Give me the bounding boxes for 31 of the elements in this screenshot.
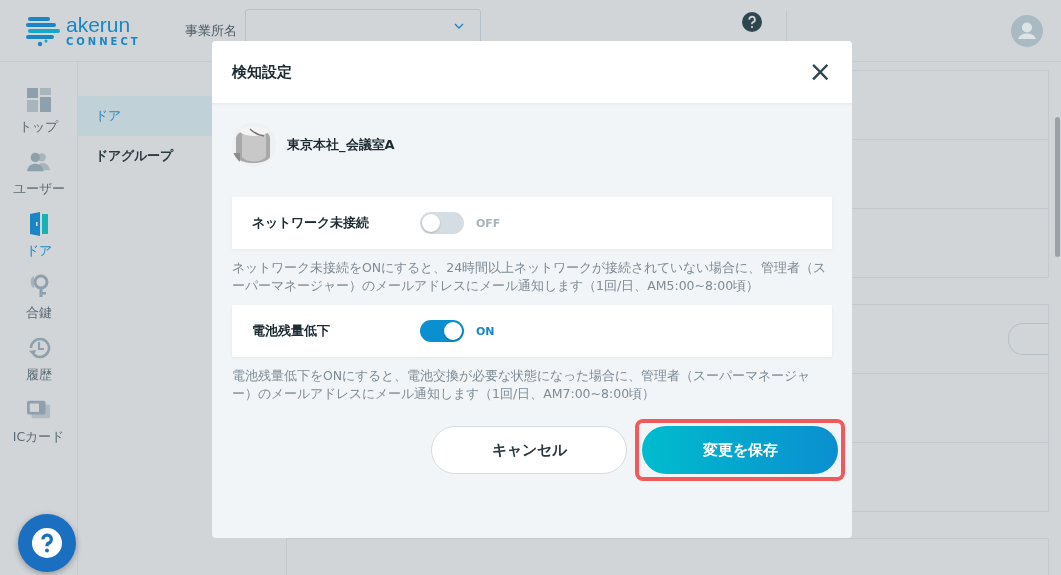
nav-item[interactable]: 合鍵 [0,274,77,322]
setting-description: 電池残量低下をONにすると、電池交換が必要な状態になった場合に、管理者（スーパーマネージャー）のメールアドレスにメール通知します（1回/日、AM7:00~8:00頃） [232,367,812,403]
setting-label: 電池残量低下 [252,322,331,340]
logo-icon [26,14,60,47]
toggle-switch[interactable] [420,320,464,342]
nav-item[interactable]: 履歴 [0,336,77,384]
help-icon [32,528,62,558]
logo-name: akerun [66,14,132,35]
toggle-switch[interactable] [420,212,464,234]
save-button[interactable]: 変更を保存 [642,426,838,474]
setting-description: ネットワーク未接続をONにすると、24時間以上ネットワークが接続されていない場合に、管理者（スーパーマネージャー）のメールアドレスにメール通知します（1回/日、AM5:00~8:00頃） [232,259,828,295]
office-label: 事業所名 [184,21,237,40]
floating-help-button[interactable] [18,514,76,572]
dashboard-icon [26,88,51,112]
setting-label: ネットワーク未接続 [252,214,370,232]
nav-item[interactable]: トップ [0,88,77,136]
cancel-button[interactable]: キャンセル [431,426,627,474]
pill-button[interactable] [1008,323,1049,355]
close-button[interactable]: × [808,58,832,86]
nav-item[interactable]: ドア [0,212,77,260]
avatar-icon[interactable] [1011,14,1043,47]
chevron-down-icon [453,23,464,29]
toggle-state: ON [476,324,495,338]
help-icon[interactable] [742,11,762,32]
nav-item[interactable]: ユーザー [0,150,77,198]
logo-subtitle: CONNECT [66,37,141,47]
toggle-state: OFF [476,216,501,230]
dialog-title: 検知設定 [232,62,292,82]
nav-item[interactable]: ICカード [0,398,77,446]
users-icon [26,150,51,174]
device-name: 東京本社_会議室A [287,136,395,154]
